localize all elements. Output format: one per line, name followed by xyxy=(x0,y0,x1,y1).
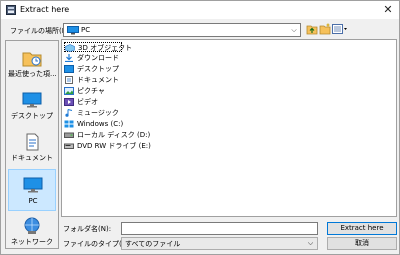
look-in-label: ファイルの場所(I): xyxy=(10,27,69,35)
list-item[interactable]: 3D オブジェクト xyxy=(64,42,132,52)
documents-icon xyxy=(26,133,39,151)
look-in-combo[interactable]: PC ⌵ xyxy=(63,23,301,37)
desktop-icon xyxy=(22,92,42,108)
3d-objects-icon xyxy=(65,44,75,52)
downloads-icon xyxy=(65,54,73,62)
place-desktop[interactable]: デスクトップ xyxy=(8,85,56,127)
place-label: 最近使った項... xyxy=(8,70,56,78)
music-icon xyxy=(65,109,73,117)
place-documents[interactable]: ドキュメント xyxy=(8,127,56,169)
extract-here-button[interactable]: Extract here xyxy=(327,222,397,235)
documents-icon xyxy=(65,76,73,84)
desktop-icon xyxy=(64,65,74,73)
pc-icon xyxy=(23,177,43,193)
new-folder-icon[interactable] xyxy=(319,23,331,35)
drive-c-icon xyxy=(64,120,74,128)
filetype-value: すべてのファイル xyxy=(125,240,181,248)
filetype-combo[interactable]: すべてのファイル ⌵ xyxy=(121,237,318,250)
place-network[interactable]: ネットワーク xyxy=(8,211,56,253)
filename-label: フォルダ名(N): xyxy=(63,225,112,233)
place-recent[interactable]: 最近使った項... xyxy=(8,43,56,85)
look-in-value: PC xyxy=(81,26,91,34)
recent-places-icon xyxy=(22,52,42,67)
chevron-down-icon[interactable]: ⌵ xyxy=(305,238,316,249)
place-label: デスクトップ xyxy=(11,112,53,120)
title-bar[interactable]: Extract here ✕ xyxy=(1,1,399,19)
place-label: ドキュメント xyxy=(11,154,53,162)
place-label: ネットワーク xyxy=(11,238,53,246)
window-title: Extract here xyxy=(20,5,70,14)
network-icon xyxy=(24,217,40,234)
place-label: PC xyxy=(28,197,38,205)
file-list[interactable]: 3D オブジェクト ダウンロード デスクトップ ドキュメント ピクチャ ビデオ … xyxy=(61,39,397,217)
local-disk-icon xyxy=(64,132,74,138)
app-icon xyxy=(6,5,16,15)
close-icon[interactable]: ✕ xyxy=(381,3,395,17)
pictures-icon xyxy=(64,87,74,95)
filename-input[interactable] xyxy=(121,222,318,235)
places-bar: 最近使った項... デスクトップ ドキュメント PC ネットワーク xyxy=(5,40,59,249)
videos-icon xyxy=(64,98,74,106)
chevron-down-icon[interactable]: ⌵ xyxy=(288,24,300,36)
dvd-drive-icon xyxy=(64,143,74,149)
place-pc[interactable]: PC xyxy=(8,169,56,211)
view-menu-icon[interactable] xyxy=(332,23,348,35)
extract-dialog: Extract here ✕ ファイルの場所(I): PC ⌵ 最近使った項..… xyxy=(0,0,400,255)
pc-icon xyxy=(67,26,79,35)
up-folder-icon[interactable] xyxy=(306,23,318,35)
cancel-button[interactable]: 取消 xyxy=(327,237,397,250)
